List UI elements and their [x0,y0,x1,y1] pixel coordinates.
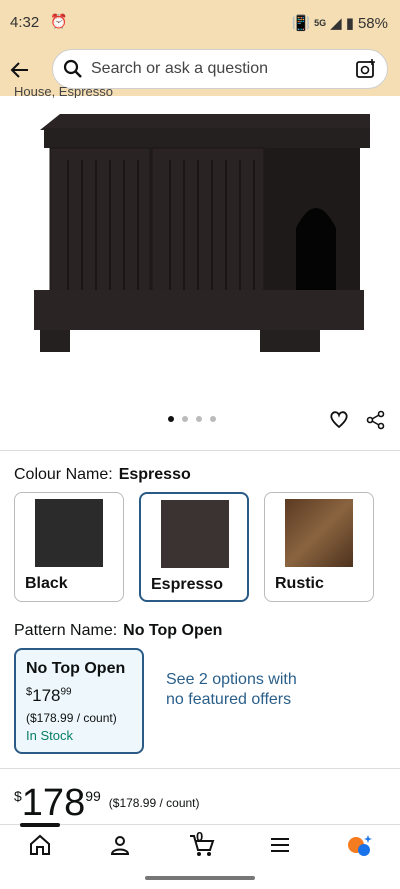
product-title: House, Espresso [14,84,113,98]
carousel-dot[interactable] [196,416,202,422]
price-fraction: 99 [85,788,101,804]
search-bar[interactable]: Search or ask a question [52,49,388,89]
unit-price: ($178.99 / count) [108,796,200,810]
cart-icon[interactable]: 0 [188,829,216,859]
carousel-dot[interactable] [182,416,188,422]
divider [0,768,400,769]
gesture-bar[interactable] [145,876,255,880]
heart-icon[interactable] [328,408,350,435]
search-input[interactable]: Search or ask a question [91,60,268,78]
divider [0,450,400,451]
colour-name-label: Colour Name: Espresso [14,466,191,484]
pattern-selected-value: No Top Open [123,622,223,639]
colour-option-espresso[interactable]: Espresso [139,492,249,602]
main-price: $ 178 99 ($178.99 / count) [14,784,200,822]
menu-icon[interactable] [268,833,296,859]
search-icon [63,59,83,84]
swatch-image [35,499,103,567]
carousel-dot[interactable] [210,416,216,422]
carousel-dot[interactable] [168,416,174,422]
back-arrow-icon[interactable] [8,58,34,84]
network-label: 5G [314,18,327,28]
bottom-navigation: 0 [0,823,400,865]
pattern-option-title: No Top Open [26,660,126,677]
account-icon[interactable] [108,833,136,859]
signal-icon: ◢ [330,15,342,32]
pattern-option-unit-price: ($178.99 / count) [26,711,117,725]
price-fraction: 99 [60,686,72,698]
alarm-icon: ⏰ [50,13,68,29]
active-tab-indicator [20,823,60,827]
price-whole: 178 [32,686,61,705]
pattern-option-card[interactable]: No Top Open $17899 ($178.99 / count) In … [14,648,144,754]
swatch-label: Rustic [275,575,324,592]
camera-search-icon[interactable] [355,58,377,85]
colour-label-text: Colour Name: [14,466,113,483]
colour-option-rustic[interactable]: Rustic [264,492,374,602]
price-whole: 178 [21,782,86,824]
stock-status: In Stock [26,728,73,743]
swatch-label: Espresso [151,576,224,593]
battery-icon: ▮ [345,15,354,32]
battery-level: 58% [357,14,388,32]
vibrate-icon: 📳 [291,15,311,32]
product-image[interactable] [20,108,380,388]
share-icon[interactable] [366,410,386,435]
status-indicators: 📳 5G ◢ ▮ 58% [291,14,388,33]
price-currency: $ [14,788,22,804]
see-options-link[interactable]: See 2 options with no featured offers [166,670,306,710]
carousel-dots[interactable] [168,416,216,422]
assistant-icon[interactable] [346,833,374,859]
status-bar: 4:32 ⏰ 📳 5G ◢ ▮ 58% [0,0,400,46]
colour-option-black[interactable]: Black [14,492,124,602]
swatch-image [161,500,229,568]
swatch-image [285,499,353,567]
pattern-label-text: Pattern Name: [14,622,118,639]
pattern-name-label: Pattern Name: No Top Open [14,622,222,640]
status-time: 4:32 [10,14,40,31]
pattern-option-price: $17899 [26,686,72,706]
cart-count: 0 [196,829,204,844]
swatch-label: Black [25,575,68,592]
colour-selected-value: Espresso [118,466,191,483]
home-icon[interactable] [28,833,56,859]
